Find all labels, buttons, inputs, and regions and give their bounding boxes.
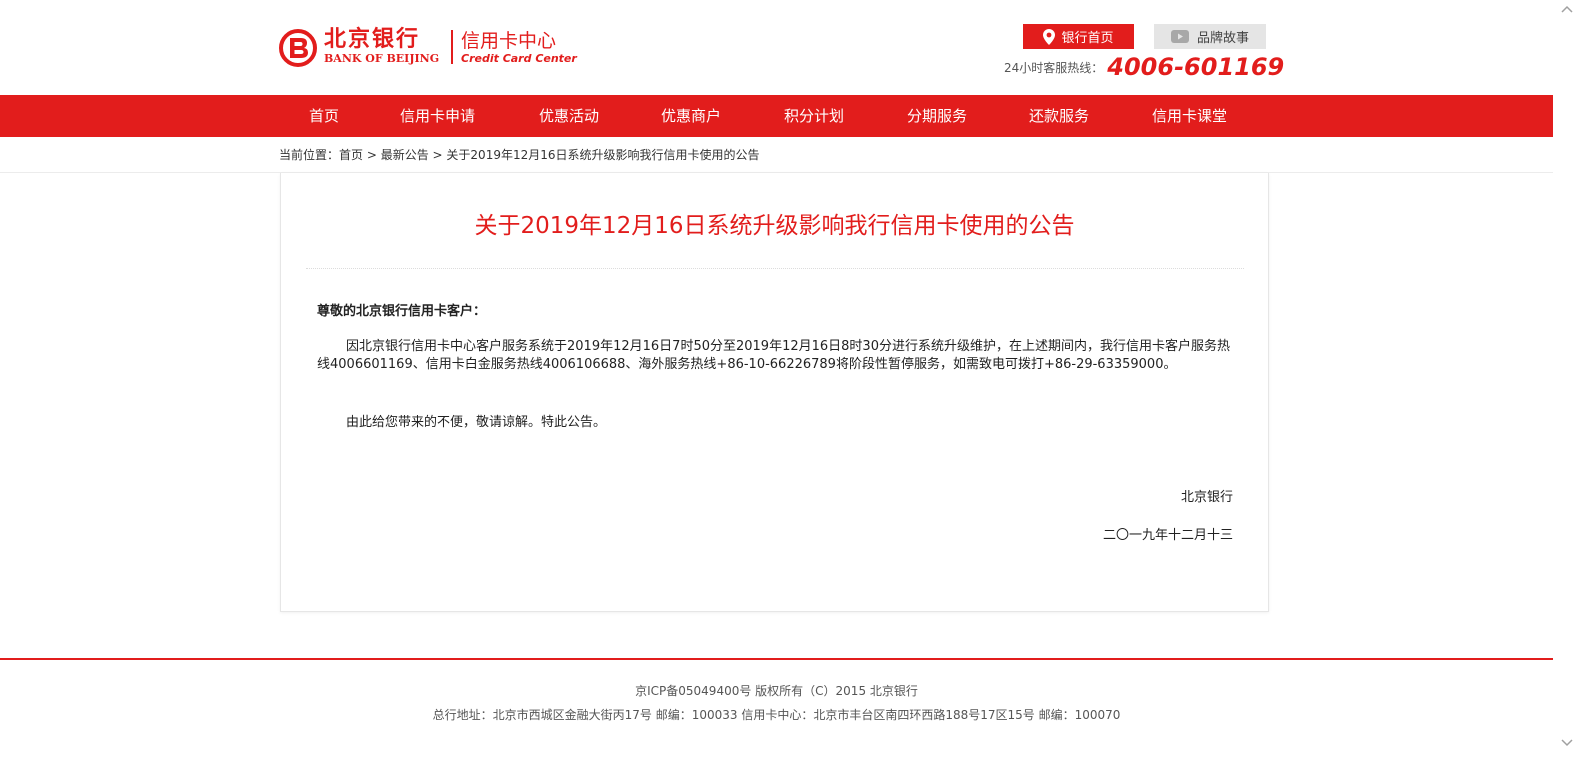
title-divider [306,268,1244,269]
scroll-up-icon[interactable] [1561,4,1573,14]
breadcrumb-separator: > [428,148,447,162]
division-name-cn: 信用卡中心 [461,30,557,52]
nav-item-repayment[interactable]: 还款服务 [1029,95,1089,137]
signature-org: 北京银行 [1180,490,1233,505]
main-nav: 首页 信用卡申请 优惠活动 优惠商户 积分计划 分期服务 还款服务 信用卡课堂 [0,95,1553,137]
bank-logo[interactable]: 北京银行 BANK OF BEIJING 信用卡中心 Credit Card C… [279,28,577,68]
nav-item-home[interactable]: 首页 [309,95,339,137]
nav-item-installments[interactable]: 分期服务 [907,95,967,137]
footer-address: 总行地址：北京市西城区金融大街丙17号 邮编：100033 信用卡中心：北京市丰… [432,708,1121,722]
brand-story-button[interactable]: 品牌故事 [1154,24,1266,49]
bank-home-label: 银行首页 [1061,31,1114,46]
header: 北京银行 BANK OF BEIJING 信用卡中心 Credit Card C… [0,0,1553,95]
article-paragraph: 因北京银行信用卡中心客户服务系统于2019年12月16日7时50分至2019年1… [317,339,1230,372]
nav-item-promotions[interactable]: 优惠活动 [539,95,599,137]
breadcrumb-current: 关于2019年12月16日系统升级影响我行信用卡使用的公告 [446,148,760,162]
division-name-en: Credit Card Center [461,52,577,65]
page-scrollbar[interactable] [1553,0,1587,767]
bank-name-cn: 北京银行 [324,27,421,52]
nav-item-merchants[interactable]: 优惠商户 [661,95,721,137]
breadcrumb-home-link[interactable]: 首页 [339,148,363,162]
nav-item-points[interactable]: 积分计划 [784,95,844,137]
bank-logo-icon [279,29,317,67]
hotline-label: 24小时客服热线： [1004,60,1104,75]
article-card: 关于2019年12月16日系统升级影响我行信用卡使用的公告 尊敬的北京银行信用卡… [280,173,1269,612]
page: 北京银行 BANK OF BEIJING 信用卡中心 Credit Card C… [0,0,1587,767]
breadcrumb-section-link[interactable]: 最新公告 [381,148,429,162]
bank-name-en: BANK OF BEIJING [324,52,440,65]
nav-item-card-application[interactable]: 信用卡申请 [400,95,475,137]
location-pin-icon [1043,28,1056,45]
bank-home-button[interactable]: 银行首页 [1023,24,1134,49]
breadcrumb: 当前位置：首页 > 最新公告 > 关于2019年12月16日系统升级影响我行信用… [279,146,760,163]
footer-divider [0,658,1553,660]
breadcrumb-separator: > [363,148,381,162]
hotline: 24小时客服热线： 4006-601169 [1004,52,1284,82]
breadcrumb-prefix: 当前位置： [279,148,340,162]
scroll-down-icon[interactable] [1561,738,1573,748]
article-greeting: 尊敬的北京银行信用卡客户： [317,304,487,319]
hotline-number: 4006-601169 [1107,53,1285,81]
play-icon [1170,30,1189,43]
signature-date: 二〇一九年十二月十三 [1102,528,1233,543]
logo-divider [451,30,453,64]
article-paragraph: 由此给您带来的不便，敬请谅解。特此公告。 [346,415,607,430]
footer-copyright: 京ICP备05049400号 版权所有（C）2015 北京银行 [635,684,918,698]
article-title: 关于2019年12月16日系统升级影响我行信用卡使用的公告 [474,213,1075,239]
nav-item-card-class[interactable]: 信用卡课堂 [1152,95,1227,137]
brand-story-label: 品牌故事 [1196,31,1249,46]
